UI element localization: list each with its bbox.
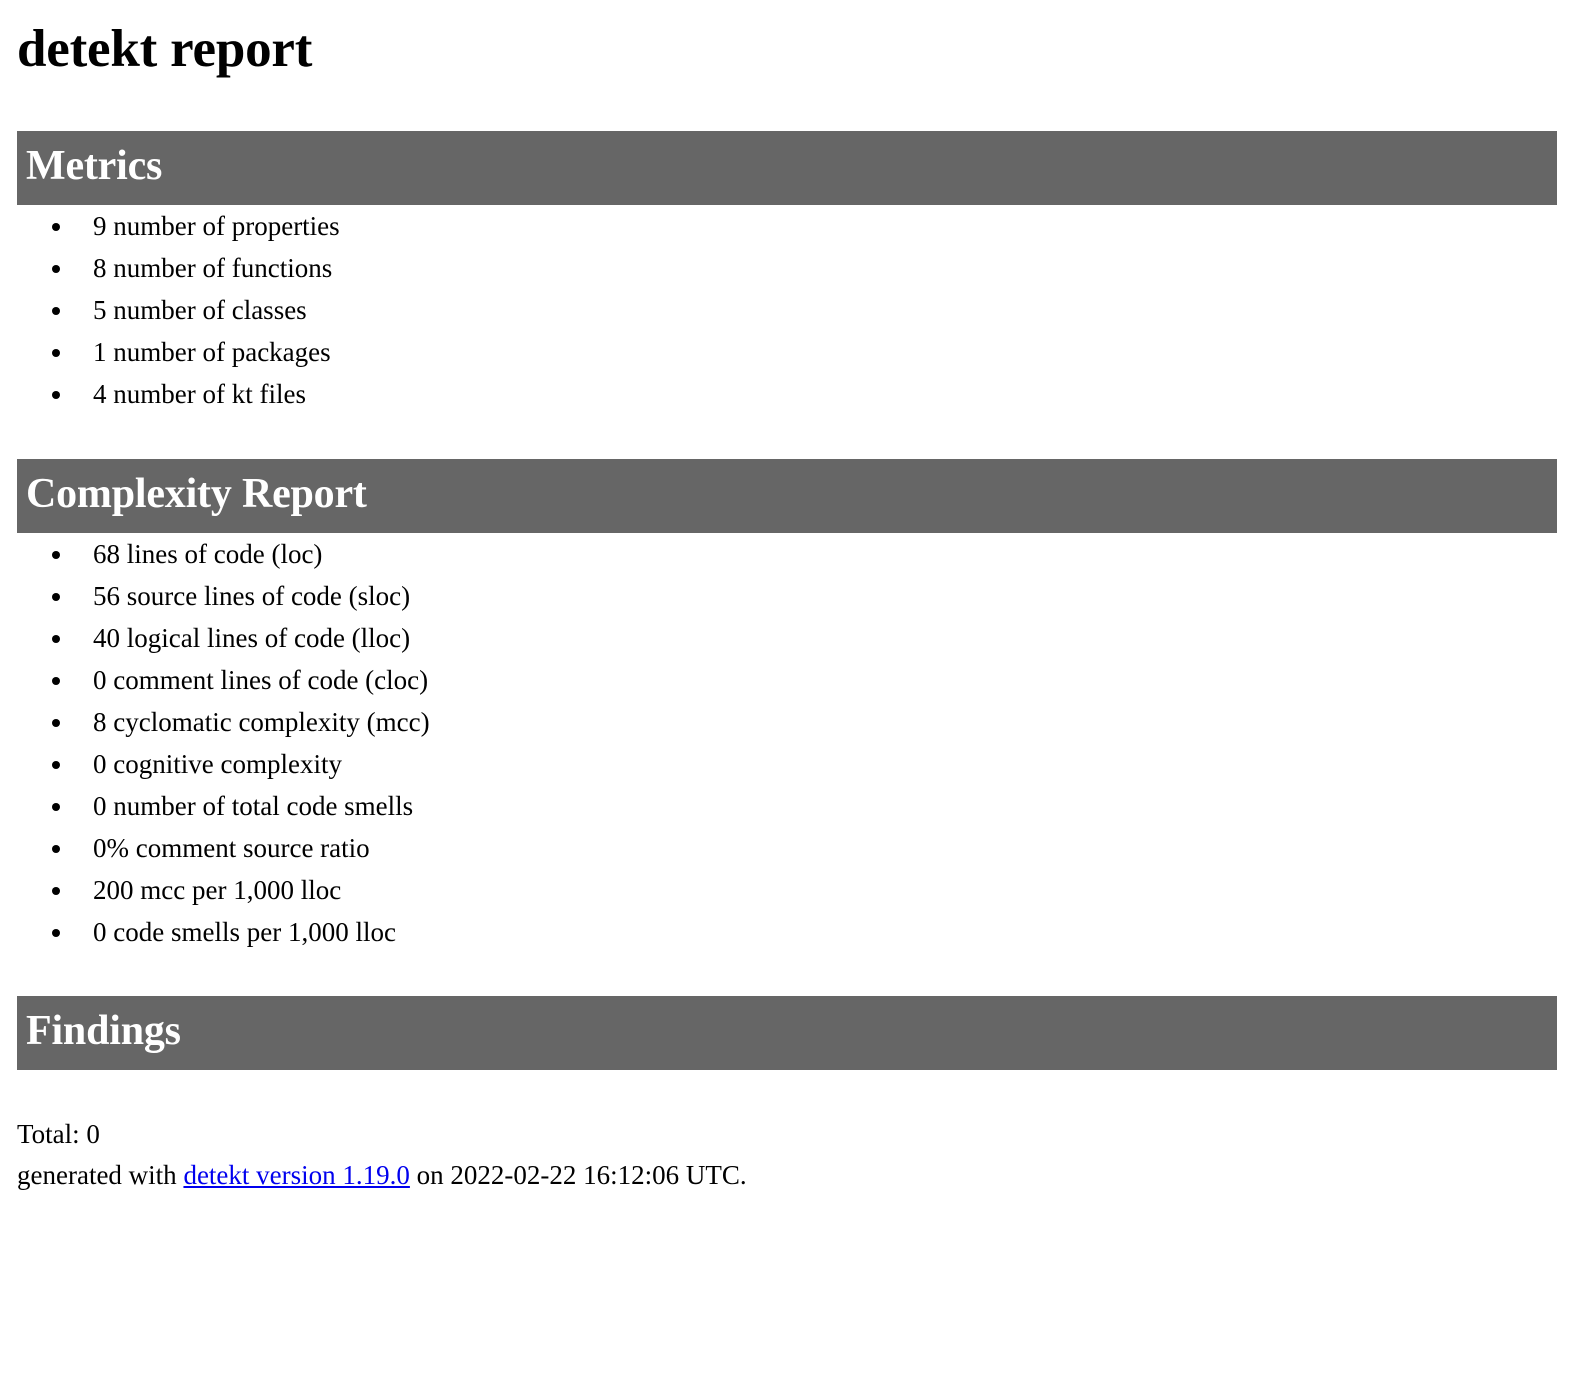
list-item: 200 mcc per 1,000 lloc — [75, 869, 1557, 911]
list-item: 56 source lines of code (sloc) — [75, 575, 1557, 617]
list-item: 4 number of kt files — [75, 373, 1557, 415]
section-header-complexity-report: Complexity Report — [17, 458, 1557, 533]
page-title: detekt report — [17, 20, 313, 78]
generated-with-suffix: on 2022-02-22 16:12:06 UTC. — [409, 1159, 747, 1190]
detekt-version-link[interactable]: detekt version 1.19.0 — [183, 1160, 409, 1190]
section-title-complexity-report: Complexity Report — [26, 470, 367, 517]
section-header-findings: Findings — [17, 995, 1557, 1070]
report-page: detekt report Metrics 9 number of proper… — [0, 20, 1574, 1380]
complexity-list: 68 lines of code (loc) 56 source lines o… — [17, 533, 1557, 953]
list-item: 68 lines of code (loc) — [75, 533, 1557, 575]
section-title-findings: Findings — [26, 1007, 181, 1054]
section-title-metrics: Metrics — [26, 142, 163, 189]
section-header-metrics: Metrics — [17, 130, 1557, 205]
list-item: 40 logical lines of code (lloc) — [75, 617, 1557, 659]
generated-with-prefix: generated with — [17, 1159, 184, 1190]
list-item: 0 code smells per 1,000 lloc — [75, 911, 1557, 953]
list-item: 0 number of total code smells — [75, 785, 1557, 827]
list-item: 0% comment source ratio — [75, 827, 1557, 869]
list-item: 8 number of functions — [75, 247, 1557, 289]
list-item: 8 cyclomatic complexity (mcc) — [75, 701, 1557, 743]
list-item: 9 number of properties — [75, 205, 1557, 247]
metrics-list: 9 number of properties 8 number of funct… — [17, 205, 1557, 415]
list-item: 5 number of classes — [75, 289, 1557, 331]
list-item: 0 cognitive complexity — [75, 743, 1557, 785]
report-footer: Total: 0 generated with detekt version 1… — [17, 1114, 1557, 1196]
generated-with-line: generated with detekt version 1.19.0 on … — [17, 1155, 1557, 1196]
list-item: 0 comment lines of code (cloc) — [75, 659, 1557, 701]
findings-total: Total: 0 — [17, 1118, 100, 1149]
list-item: 1 number of packages — [75, 331, 1557, 373]
